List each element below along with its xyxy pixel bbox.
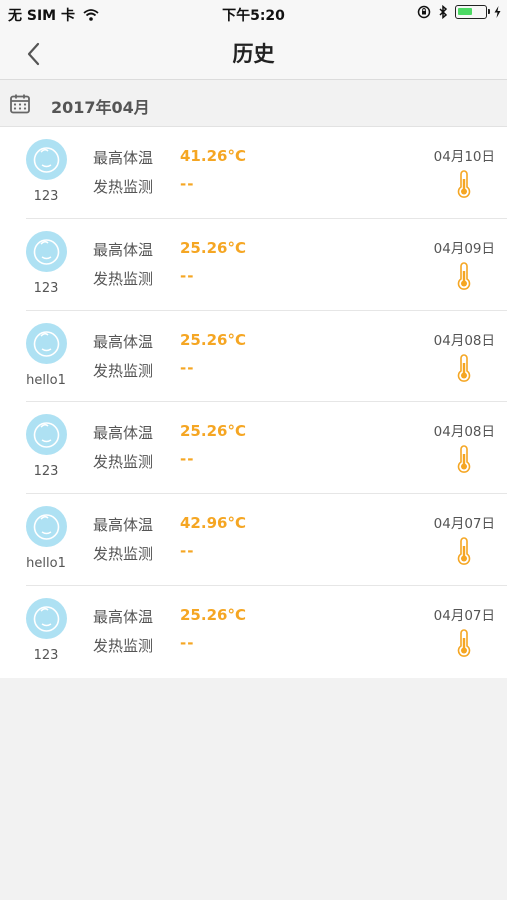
record-row[interactable]: 123 最高体温 发热监测 25.26°C -- 04月09日 bbox=[0, 219, 507, 311]
user-name: 123 bbox=[33, 280, 59, 296]
user-name: hello1 bbox=[26, 556, 66, 572]
fever-monitor-value: -- bbox=[180, 542, 195, 561]
fever-monitor-value: -- bbox=[180, 266, 195, 285]
month-label: 2017年04月 bbox=[51, 98, 150, 117]
max-temp-label: 最高体温 bbox=[93, 608, 154, 626]
max-temp-label: 最高体温 bbox=[93, 424, 154, 443]
max-temp-value: 42.96°C bbox=[180, 514, 246, 533]
record-date: 04月10日 bbox=[433, 149, 495, 165]
max-temp-value: 25.26°C bbox=[180, 606, 246, 624]
max-temp-value: 25.26°C bbox=[180, 422, 246, 441]
orientation-lock-icon bbox=[417, 5, 431, 19]
max-temp-label: 最高体温 bbox=[93, 240, 154, 259]
baby-face-icon bbox=[33, 330, 60, 357]
user-name: hello1 bbox=[26, 372, 66, 388]
user-name: 123 bbox=[33, 189, 59, 204]
record-row[interactable]: 123 最高体温 发热监测 41.26°C -- 04月10日 bbox=[0, 127, 507, 219]
avatar bbox=[26, 139, 67, 180]
fever-monitor-label: 发热监测 bbox=[93, 453, 154, 472]
baby-face-icon bbox=[33, 238, 60, 265]
record-date: 04月08日 bbox=[433, 332, 495, 349]
thermometer-icon bbox=[457, 537, 471, 566]
max-temp-label: 最高体温 bbox=[93, 149, 154, 167]
record-row[interactable]: hello1 最高体温 发热监测 42.96°C -- 04月07日 bbox=[0, 494, 507, 586]
record-date: 04月07日 bbox=[433, 608, 495, 624]
status-right bbox=[417, 5, 501, 19]
fever-monitor-value: -- bbox=[180, 634, 195, 652]
baby-face-icon bbox=[33, 422, 60, 449]
month-header: 2017年04月 bbox=[0, 80, 507, 127]
fever-monitor-label: 发热监测 bbox=[93, 178, 154, 196]
battery-fill bbox=[458, 8, 473, 15]
fever-monitor-label: 发热监测 bbox=[93, 269, 154, 288]
thermometer-icon bbox=[457, 262, 471, 290]
bluetooth-icon bbox=[439, 5, 448, 19]
user-name: 123 bbox=[33, 648, 59, 663]
baby-face-icon bbox=[33, 147, 60, 173]
max-temp-value: 25.26°C bbox=[180, 330, 246, 349]
status-bar: 无 SIM 卡 下午5:20 bbox=[0, 0, 507, 28]
record-row[interactable]: hello1 最高体温 发热监测 25.26°C -- 04月08日 bbox=[0, 311, 507, 403]
max-temp-label: 最高体温 bbox=[93, 332, 154, 351]
avatar bbox=[26, 322, 67, 364]
battery-icon bbox=[455, 5, 490, 19]
fever-monitor-label: 发热监测 bbox=[93, 361, 154, 380]
charging-icon bbox=[494, 6, 501, 18]
record-row[interactable]: 123 最高体温 发热监测 25.26°C -- 04月08日 bbox=[0, 402, 507, 495]
fever-monitor-label: 发热监测 bbox=[93, 545, 154, 564]
calendar-icon bbox=[10, 94, 30, 114]
record-list: 123 最高体温 发热监测 41.26°C -- 04月10日 123 最高体温… bbox=[0, 127, 507, 678]
avatar bbox=[26, 506, 67, 548]
fever-monitor-value: -- bbox=[180, 450, 195, 469]
record-date: 04月09日 bbox=[433, 240, 495, 257]
fever-monitor-label: 发热监测 bbox=[93, 637, 154, 655]
avatar bbox=[26, 598, 67, 639]
max-temp-label: 最高体温 bbox=[93, 516, 154, 535]
record-date: 04月08日 bbox=[433, 424, 495, 441]
record-date: 04月07日 bbox=[433, 516, 495, 533]
baby-face-icon bbox=[33, 514, 60, 540]
thermometer-icon bbox=[457, 629, 471, 657]
user-name: 123 bbox=[33, 464, 59, 480]
nav-bar: 历史 bbox=[0, 28, 507, 80]
battery-tip bbox=[487, 9, 490, 14]
thermometer-icon bbox=[457, 445, 471, 474]
baby-face-icon bbox=[33, 606, 60, 632]
max-temp-value: 25.26°C bbox=[180, 238, 246, 257]
fever-monitor-value: -- bbox=[180, 358, 195, 377]
avatar bbox=[26, 230, 67, 272]
fever-monitor-value: -- bbox=[180, 175, 195, 193]
max-temp-value: 41.26°C bbox=[180, 147, 246, 165]
record-row[interactable]: 123 最高体温 发热监测 25.26°C -- 04月07日 bbox=[0, 586, 507, 678]
thermometer-icon bbox=[457, 170, 471, 198]
avatar bbox=[26, 414, 67, 456]
thermometer-icon bbox=[457, 353, 471, 382]
page-title: 历史 bbox=[232, 42, 275, 66]
